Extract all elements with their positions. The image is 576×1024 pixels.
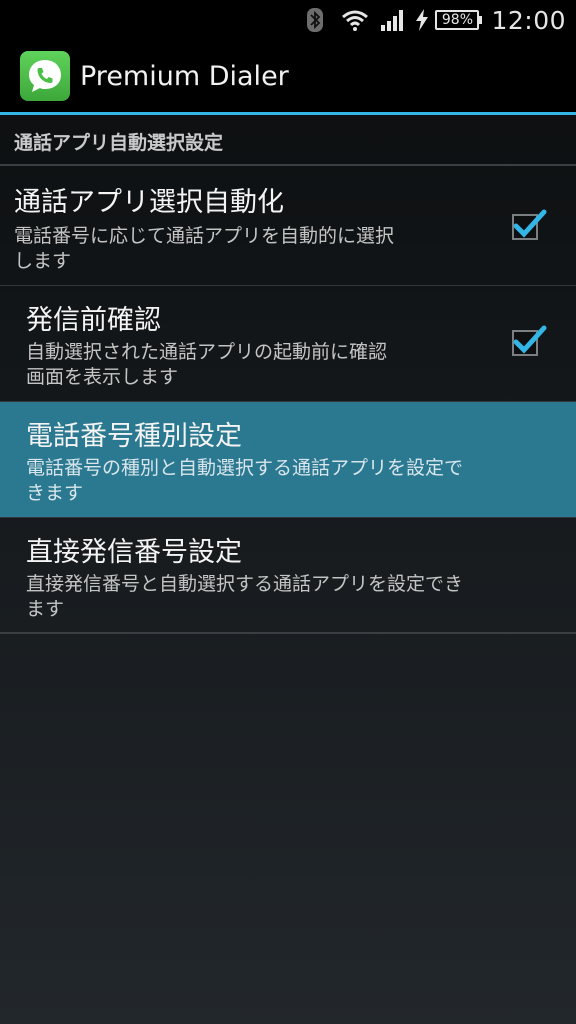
settings-screen: 98% 12:00 Premium Dialer 通話アプリ自動選択設定 通話ア… bbox=[0, 0, 576, 1024]
confirm-checkbox[interactable] bbox=[512, 325, 547, 356]
pref-auto-select[interactable]: 通話アプリ選択自動化 電話番号に応じて通話アプリを自動的に選択 します bbox=[0, 168, 576, 286]
pref-summary: 自動選択された通話アプリの起動前に確認 画面を表示します bbox=[26, 341, 388, 388]
wifi-icon bbox=[341, 8, 369, 32]
bluetooth-icon bbox=[307, 8, 324, 32]
pref-direct-dial-settings[interactable]: 直接発信番号設定 直接発信番号と自動選択する通話アプリを設定でき ます bbox=[0, 518, 576, 634]
action-bar: Premium Dialer bbox=[0, 40, 576, 115]
pref-summary: 電話番号に応じて通話アプリを自動的に選択 します bbox=[14, 225, 395, 272]
pref-number-type-settings[interactable]: 電話番号種別設定 電話番号の種別と自動選択する通話アプリを設定で きます bbox=[0, 402, 576, 518]
category-header: 通話アプリ自動選択設定 bbox=[0, 118, 576, 166]
charging-icon bbox=[415, 8, 429, 32]
auto-select-checkbox[interactable] bbox=[512, 209, 547, 240]
status-time: 12:00 bbox=[491, 5, 566, 35]
pref-summary: 直接発信番号と自動選択する通話アプリを設定でき ます bbox=[26, 573, 464, 620]
pref-confirm-before-call[interactable]: 発信前確認 自動選択された通話アプリの起動前に確認 画面を表示します bbox=[0, 286, 576, 402]
app-title: Premium Dialer bbox=[80, 60, 289, 92]
phone-bubble-icon[interactable] bbox=[20, 51, 70, 101]
pref-title: 直接発信番号設定 bbox=[26, 537, 242, 568]
pref-title: 発信前確認 bbox=[26, 305, 161, 336]
checkmark-icon bbox=[513, 209, 547, 238]
status-bar: 98% 12:00 bbox=[0, 0, 576, 40]
battery-icon: 98% bbox=[435, 10, 483, 30]
pref-title: 通話アプリ選択自動化 bbox=[14, 187, 284, 218]
pref-summary: 電話番号の種別と自動選択する通話アプリを設定で きます bbox=[26, 457, 464, 504]
pref-title: 電話番号種別設定 bbox=[26, 421, 242, 452]
signal-icon bbox=[381, 8, 407, 32]
checkmark-icon bbox=[513, 325, 547, 354]
